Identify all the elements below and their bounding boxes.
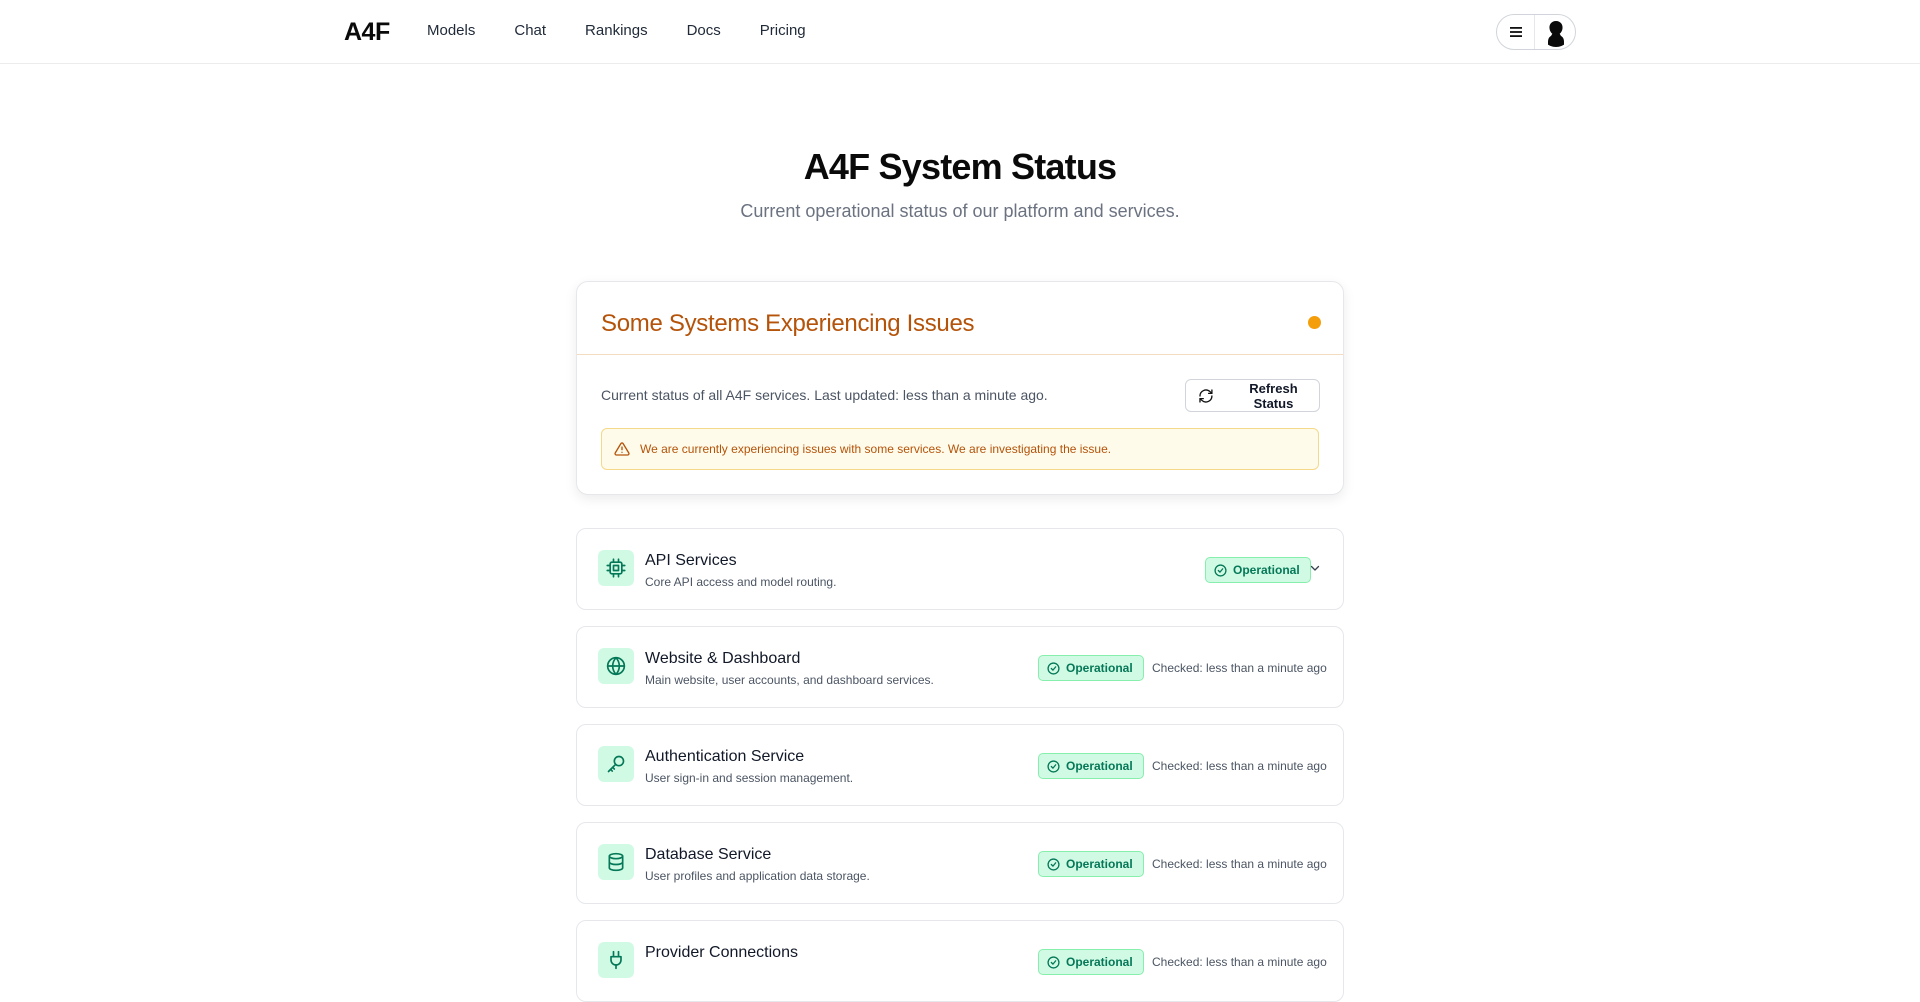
status-badge-label: Operational (1066, 857, 1133, 871)
refresh-status-button[interactable]: Refresh Status (1185, 379, 1320, 412)
overall-status-header: Some Systems Experiencing Issues (577, 282, 1343, 355)
user-silhouette-icon (1541, 17, 1571, 47)
incident-alert-text: We are currently experiencing issues wit… (640, 442, 1112, 456)
status-indicator-dot (1308, 316, 1321, 329)
user-menu (1496, 14, 1576, 50)
top-navigation: A4F Models Chat Rankings Docs Pricing (0, 0, 1920, 64)
last-checked-text: Checked: less than a minute ago (1152, 857, 1327, 871)
status-badge: Operational (1038, 753, 1144, 779)
key-icon (607, 755, 625, 773)
last-checked-text: Checked: less than a minute ago (1152, 759, 1327, 773)
service-row-database: Database Service User profiles and appli… (576, 822, 1344, 904)
globe-icon (606, 656, 626, 676)
service-name: Provider Connections (645, 944, 798, 961)
service-description: Main website, user accounts, and dashboa… (645, 673, 934, 687)
check-circle-icon (1214, 563, 1227, 577)
chevron-down-icon[interactable] (1309, 562, 1321, 574)
nav-links: Models Chat Rankings Docs Pricing (427, 22, 845, 39)
check-circle-icon (1047, 661, 1060, 675)
overall-status-card: Some Systems Experiencing Issues Current… (576, 281, 1344, 495)
warning-icon (614, 442, 630, 456)
status-badge-label: Operational (1066, 955, 1133, 969)
nav-link-chat[interactable]: Chat (514, 22, 546, 39)
nav-link-pricing[interactable]: Pricing (760, 22, 806, 39)
check-circle-icon (1047, 857, 1060, 871)
check-circle-icon (1047, 759, 1060, 773)
status-badge-label: Operational (1066, 759, 1133, 773)
service-name: Website & Dashboard (645, 650, 801, 667)
service-name: Authentication Service (645, 748, 805, 765)
service-description: User sign-in and session management. (645, 771, 854, 785)
last-checked-text: Checked: less than a minute ago (1152, 955, 1327, 969)
refresh-status-label: Refresh Status (1249, 380, 1298, 411)
service-icon-container (598, 746, 634, 782)
status-badge: Operational (1038, 949, 1144, 975)
overall-status-title: Some Systems Experiencing Issues (601, 310, 975, 337)
nav-link-rankings[interactable]: Rankings (585, 22, 648, 39)
nav-link-docs[interactable]: Docs (687, 22, 721, 39)
service-row-authentication: Authentication Service User sign-in and … (576, 724, 1344, 806)
service-description: User profiles and application data stora… (645, 869, 870, 883)
cpu-icon (606, 558, 626, 578)
status-badge-label: Operational (1066, 661, 1133, 675)
check-circle-icon (1047, 955, 1060, 969)
incident-alert: We are currently experiencing issues wit… (601, 428, 1319, 470)
nav-link-models[interactable]: Models (427, 22, 475, 39)
status-badge-label: Operational (1233, 563, 1300, 577)
menu-button[interactable] (1497, 15, 1535, 49)
status-badge: Operational (1038, 851, 1144, 877)
hamburger-icon (1509, 27, 1522, 37)
service-name: Database Service (645, 846, 772, 863)
page-subtitle: Current operational status of our platfo… (740, 201, 1180, 221)
service-icon-container (598, 550, 634, 586)
service-description: Core API access and model routing. (645, 575, 837, 589)
service-icon-container (598, 648, 634, 684)
service-row-api[interactable]: API Services Core API access and model r… (576, 528, 1344, 610)
logo[interactable]: A4F (344, 18, 390, 47)
database-icon (608, 852, 624, 872)
service-row-providers: Provider Connections Operational Checked… (576, 920, 1344, 1002)
service-icon-container (598, 942, 634, 978)
service-row-website: Website & Dashboard Main website, user a… (576, 626, 1344, 708)
avatar[interactable] (1541, 17, 1571, 47)
status-badge: Operational (1038, 655, 1144, 681)
refresh-icon (1199, 388, 1213, 403)
status-badge: Operational (1205, 557, 1311, 583)
overall-status-description: Current status of all A4F services. Last… (601, 387, 1048, 403)
last-checked-text: Checked: less than a minute ago (1152, 661, 1327, 675)
service-icon-container (598, 844, 634, 880)
page-title: A4F System Status (803, 146, 1117, 187)
service-name: API Services (645, 552, 737, 569)
plug-icon (610, 950, 622, 970)
